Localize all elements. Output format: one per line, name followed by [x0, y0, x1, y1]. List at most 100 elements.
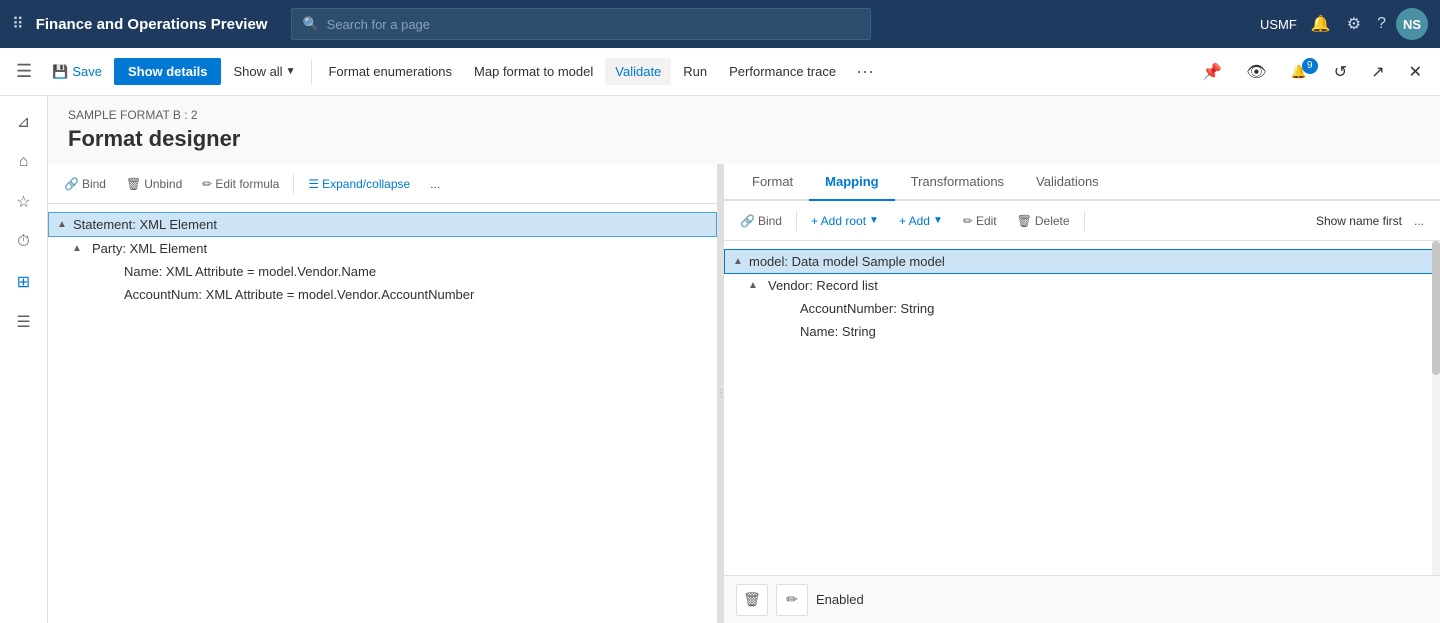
mapping-bind-icon: 🔗 [740, 214, 755, 228]
bind-link-icon: 🔗 [64, 177, 79, 191]
format-panel: 🔗 Bind 🗑 Unbind ✏ Edit formula ☰ Expa [48, 164, 718, 623]
breadcrumb-area: SAMPLE FORMAT B : 2 [48, 96, 1440, 126]
mapping-delete-label: Delete [1035, 214, 1070, 228]
sidebar-item-filter[interactable]: ⊿ [6, 104, 42, 140]
mapping-tb-sep2 [1084, 211, 1085, 231]
save-label: Save [72, 64, 102, 79]
tree-item-party[interactable]: ▲ Party: XML Element [48, 237, 717, 260]
add-root-label: + Add root [811, 214, 866, 228]
tab-mapping-label: Mapping [825, 174, 878, 189]
toggle-statement-icon: ▲ [57, 219, 73, 230]
help-button[interactable]: ? [1371, 11, 1392, 37]
show-all-chevron-icon: ▼ [286, 66, 296, 77]
add-button[interactable]: + Add ▼ [891, 210, 951, 232]
show-name-first-button[interactable]: Show name first [1316, 214, 1402, 228]
pin-button[interactable]: 📌 [1192, 56, 1232, 88]
mapping-edit-button[interactable]: ✏ Edit [955, 210, 1005, 232]
mapping-bind-label: Bind [758, 214, 782, 228]
status-text: Enabled [816, 592, 864, 607]
tree-item-party-text: Party: XML Element [92, 241, 207, 256]
bind-label: Bind [82, 177, 106, 191]
performance-trace-button[interactable]: Performance trace [719, 58, 846, 85]
run-button[interactable]: Run [673, 58, 717, 85]
mapping-item-vendor[interactable]: ▲ Vendor: Record list [724, 274, 1440, 297]
mapping-item-model[interactable]: ▲ model: Data model Sample model [724, 249, 1440, 274]
bind-button[interactable]: 🔗 Bind [56, 173, 114, 195]
format-more-label: ... [430, 177, 440, 191]
format-enumerations-button[interactable]: Format enumerations [318, 58, 462, 85]
notifications-button[interactable]: 🔔 [1305, 10, 1337, 38]
tree-item-accountnum-text: AccountNum: XML Attribute = model.Vendor… [124, 287, 474, 302]
tab-format[interactable]: Format [736, 164, 809, 201]
show-details-button[interactable]: Show details [114, 58, 221, 85]
mapping-scrollbar[interactable] [1432, 241, 1440, 575]
mapping-scrollbar-thumb[interactable] [1432, 241, 1440, 375]
mapping-more-label: ... [1414, 214, 1424, 228]
show-all-label: Show all [233, 64, 282, 79]
toggle-model-icon: ▲ [733, 256, 749, 267]
edit-formula-icon: ✏ [202, 177, 212, 191]
org-label: USMF [1260, 17, 1297, 32]
map-format-button[interactable]: Map format to model [464, 58, 603, 85]
open-external-button[interactable]: ↗ [1361, 56, 1394, 88]
edit-formula-button[interactable]: ✏ Edit formula [194, 173, 287, 195]
mapping-delete-icon: 🗑 [1017, 214, 1032, 228]
mapping-more-button[interactable]: ... [1406, 210, 1432, 232]
tab-transformations[interactable]: Transformations [895, 164, 1020, 201]
bottom-edit-button[interactable]: ✏ [776, 584, 808, 616]
expand-collapse-button[interactable]: ☰ Expand/collapse [300, 173, 418, 195]
ribbon-separator-1 [311, 60, 312, 84]
sidebar-item-home[interactable]: ⌂ [6, 144, 42, 180]
hamburger-icon[interactable]: ☰ [8, 53, 40, 90]
mapping-delete-button[interactable]: 🗑 Delete [1009, 210, 1078, 232]
avatar[interactable]: NS [1396, 8, 1428, 40]
format-tree: ▲ Statement: XML Element ▲ Party: XML El… [48, 204, 717, 623]
format-toolbar-sep [293, 174, 294, 194]
expand-collapse-label: Expand/collapse [322, 177, 410, 191]
tree-item-statement-text: Statement: XML Element [73, 217, 217, 232]
save-button[interactable]: 💾 Save [42, 58, 112, 86]
eye-button[interactable]: 👁 [1236, 56, 1276, 88]
tab-validations[interactable]: Validations [1020, 164, 1115, 201]
expand-icon: ☰ [308, 177, 319, 191]
validate-button[interactable]: Validate [605, 58, 671, 85]
show-all-button[interactable]: Show all ▼ [223, 58, 305, 85]
sidebar: ⊿ ⌂ ☆ ⏱ ⊞ ☰ [0, 96, 48, 623]
sidebar-item-modules[interactable]: ☰ [6, 304, 42, 340]
tree-item-statement[interactable]: ▲ Statement: XML Element [48, 212, 717, 237]
tree-item-accountnum[interactable]: AccountNum: XML Attribute = model.Vendor… [48, 283, 717, 306]
tab-format-label: Format [752, 174, 793, 189]
tree-item-name-text: Name: XML Attribute = model.Vendor.Name [124, 264, 376, 279]
app-grid-icon[interactable]: ⠿ [12, 14, 24, 34]
sidebar-item-recent[interactable]: ⏱ [6, 224, 42, 260]
notifications-count-button[interactable]: 🔔9 [1281, 56, 1320, 88]
close-button[interactable]: ✕ [1399, 56, 1432, 88]
mapping-item-name[interactable]: Name: String [724, 320, 1440, 343]
bottom-delete-button[interactable]: 🗑 [736, 584, 768, 616]
format-more-button[interactable]: ... [422, 173, 448, 195]
unbind-button[interactable]: 🗑 Unbind [118, 173, 190, 195]
unbind-label: Unbind [144, 177, 182, 191]
refresh-button[interactable]: ↺ [1324, 56, 1357, 88]
designer-area: 🔗 Bind 🗑 Unbind ✏ Edit formula ☰ Expa [48, 164, 1440, 623]
settings-button[interactable]: ⚙ [1341, 10, 1367, 38]
add-root-button[interactable]: + Add root ▼ [803, 210, 887, 232]
toggle-vendor-icon: ▲ [748, 280, 764, 291]
tree-item-name[interactable]: Name: XML Attribute = model.Vendor.Name [48, 260, 717, 283]
bottom-bar: 🗑 ✏ Enabled [724, 575, 1440, 623]
mapping-tree: ▲ model: Data model Sample model ▲ Vendo… [724, 241, 1440, 575]
tab-mapping[interactable]: Mapping [809, 164, 894, 201]
ribbon-more-icon[interactable]: ··· [848, 57, 882, 86]
add-root-chevron-icon: ▼ [869, 215, 879, 226]
mapping-edit-label: Edit [976, 214, 997, 228]
save-icon: 💾 [52, 64, 68, 80]
mapping-bind-button[interactable]: 🔗 Bind [732, 210, 790, 232]
search-input[interactable] [327, 17, 861, 32]
edit-formula-label: Edit formula [215, 177, 279, 191]
ribbon: ☰ 💾 Save Show details Show all ▼ Format … [0, 48, 1440, 96]
mapping-item-accountnumber[interactable]: AccountNumber: String [724, 297, 1440, 320]
sidebar-item-workspaces[interactable]: ⊞ [6, 264, 42, 300]
add-chevron-icon: ▼ [933, 215, 943, 226]
bottom-edit-icon: ✏ [786, 591, 798, 608]
sidebar-item-favorites[interactable]: ☆ [6, 184, 42, 220]
